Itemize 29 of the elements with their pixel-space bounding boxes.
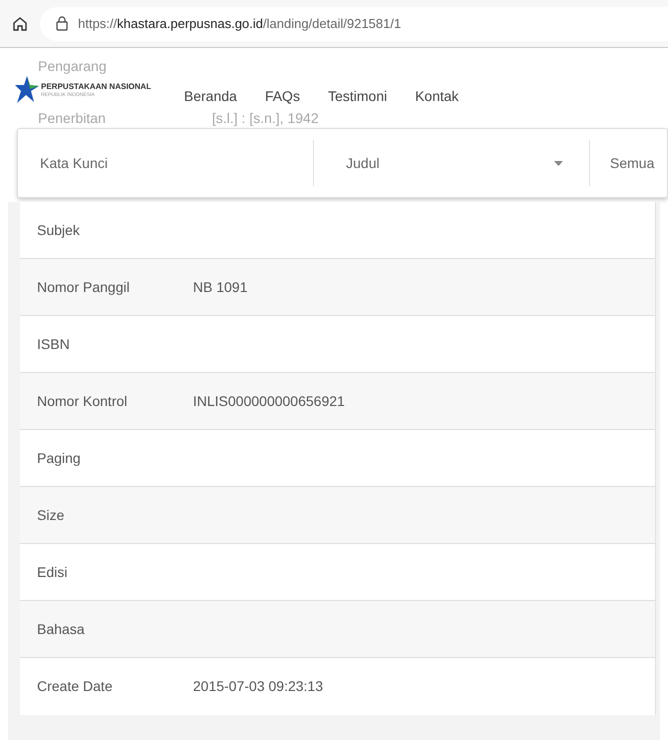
logo-title: PERPUSTAKAAN NASIONAL bbox=[41, 82, 152, 92]
nav-link[interactable]: FAQs bbox=[264, 86, 300, 107]
field-label: Create Date bbox=[37, 677, 114, 696]
address-bar[interactable]: https://khastara.perpusnas.go.id/landing/detail/921581/1 bbox=[40, 6, 668, 40]
field-label: Size bbox=[37, 506, 66, 524]
nav-link[interactable]: Testimoni bbox=[328, 86, 388, 107]
field-dropdown[interactable]: Judul bbox=[314, 140, 590, 186]
dropdown-caret-icon bbox=[554, 160, 563, 166]
field-label: Nomor Kontrol bbox=[37, 392, 128, 410]
url-text: https://khastara.perpusnas.go.id/landing/detail/921581/1 bbox=[78, 14, 402, 33]
field-label: Subjek bbox=[37, 220, 81, 240]
field-label: ISBN bbox=[37, 334, 71, 354]
field-label: Penerbitan bbox=[38, 109, 106, 128]
lock-icon bbox=[56, 16, 68, 31]
scope-dropdown[interactable]: Semua bbox=[590, 152, 654, 174]
nav-link[interactable]: Beranda bbox=[184, 86, 237, 107]
nav-link[interactable]: Kontak bbox=[415, 86, 459, 107]
field-value: [s.l.] : [s.n.], 1942 bbox=[212, 109, 319, 128]
field-label: Bahasa bbox=[37, 620, 86, 638]
field-value: NB 1091 bbox=[193, 278, 248, 296]
field-value: INLIS000000000656921 bbox=[193, 392, 345, 410]
field-label: Paging bbox=[37, 448, 82, 468]
field-value: 2015-07-03 09:23:13 bbox=[193, 677, 323, 696]
field-label: Nomor Panggil bbox=[37, 278, 131, 297]
field-label: Edisi bbox=[37, 562, 68, 582]
field-label: Pengarang bbox=[38, 57, 107, 76]
home-icon[interactable] bbox=[12, 16, 28, 32]
keyword-field[interactable]: Kata Kunci bbox=[40, 152, 280, 174]
star-logo-icon bbox=[15, 76, 39, 104]
